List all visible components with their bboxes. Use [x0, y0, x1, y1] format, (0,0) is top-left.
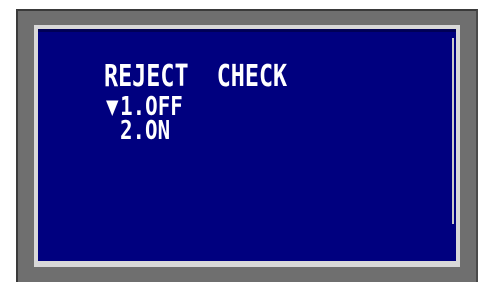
menu-title: REJECT CHECK — [104, 59, 288, 94]
menu-option-on-label: 2.ON — [120, 116, 171, 146]
osd-screen: REJECT CHECK ▼1.OFF 2.ON — [38, 29, 456, 261]
monitor-bezel: REJECT CHECK ▼1.OFF 2.ON — [16, 9, 478, 282]
menu-option-on[interactable]: 2.ON — [120, 118, 170, 144]
screen-frame: REJECT CHECK ▼1.OFF 2.ON — [34, 25, 460, 267]
selection-cursor-icon: ▼ — [106, 92, 119, 122]
